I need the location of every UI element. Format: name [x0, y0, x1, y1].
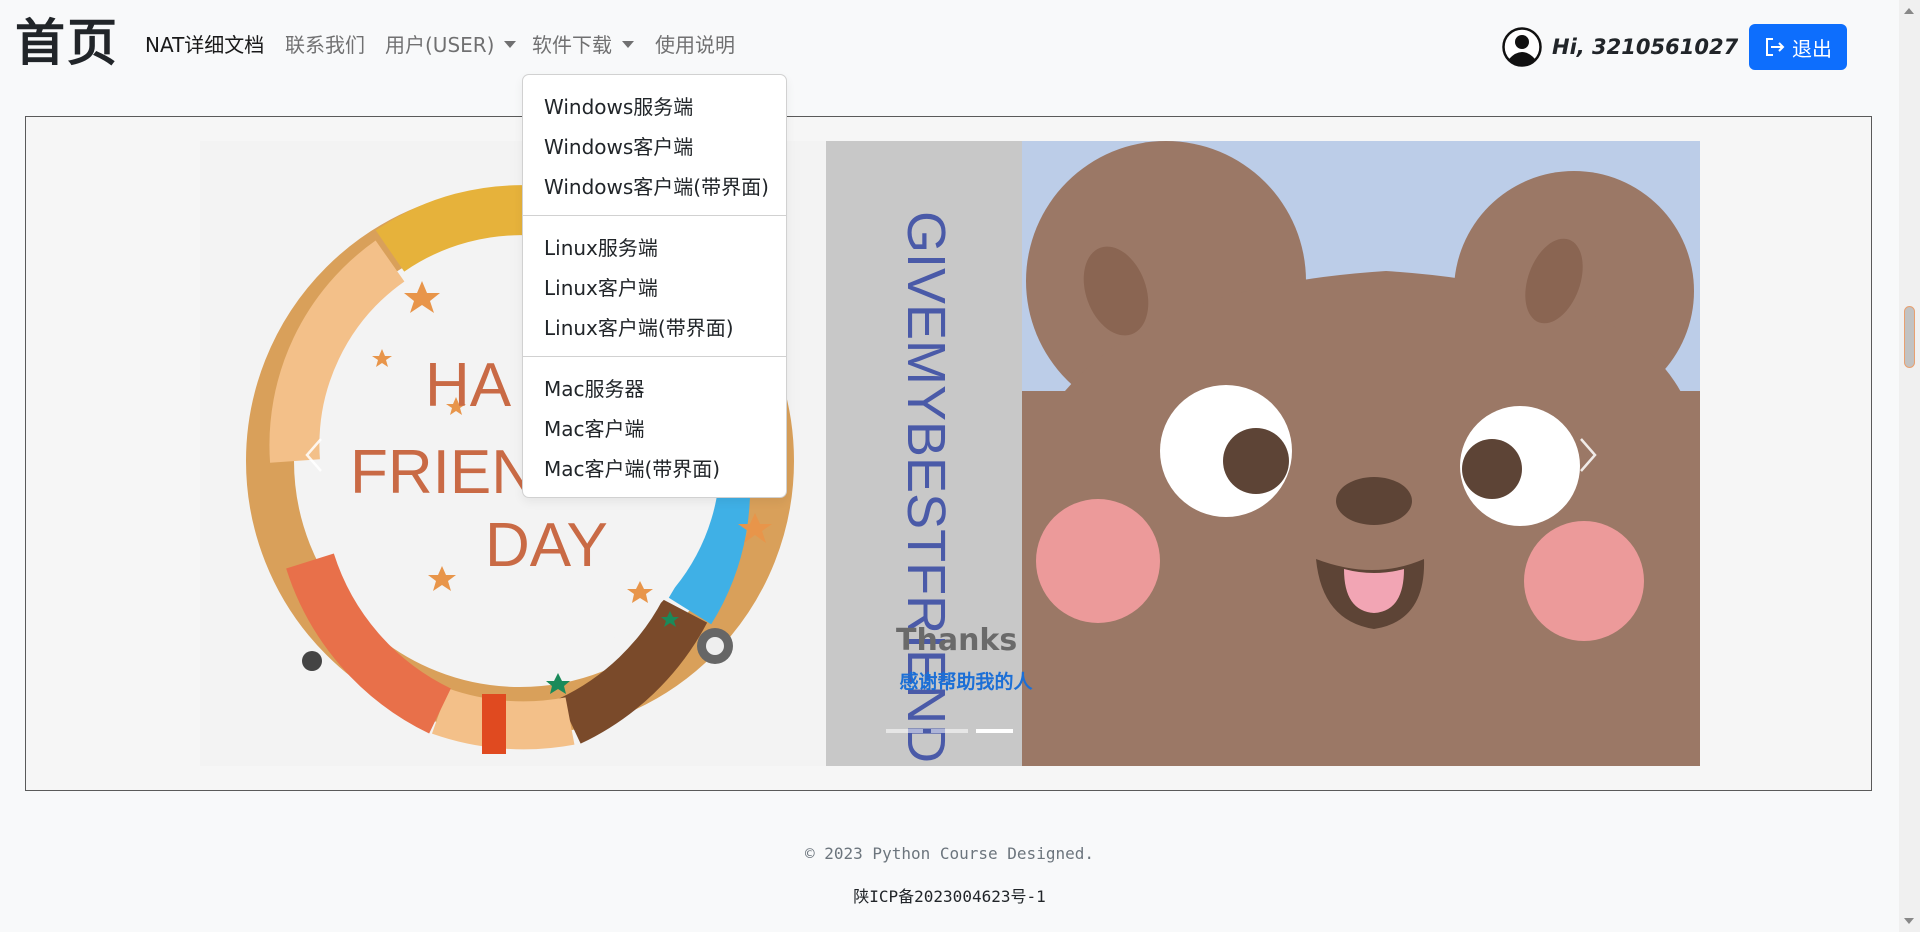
logout-icon: [1766, 38, 1785, 56]
carousel-next-icon[interactable]: [1578, 437, 1598, 473]
menu-item-mac-client[interactable]: Mac客户端: [523, 409, 786, 449]
download-dropdown-menu: Windows服务端 Windows客户端 Windows客户端(带界面) Li…: [522, 74, 787, 498]
nav-user-dropdown[interactable]: 用户(USER): [385, 30, 517, 60]
nav-download-label: 软件下载: [532, 33, 612, 57]
scrollbar-thumb[interactable]: [1904, 306, 1915, 368]
carousel-indicator-2[interactable]: [931, 729, 968, 733]
navbar: 首页 NAT详细文档 联系我们 用户(USER) 软件下载 使用说明 Hi, 3…: [0, 0, 1899, 90]
menu-item-mac-server[interactable]: Mac服务器: [523, 369, 786, 409]
carousel-prev-icon[interactable]: [304, 437, 324, 473]
nav-user-label: 用户(USER): [385, 33, 495, 57]
menu-item-windows-client-gui[interactable]: Windows客户端(带界面): [523, 167, 786, 207]
nav-usage-guide[interactable]: 使用说明: [655, 30, 735, 60]
menu-item-linux-client-gui[interactable]: Linux客户端(带界面): [523, 308, 786, 348]
carousel: HA FRIEN DAY GIVEMYBESTFRIEND Thanks 感谢帮…: [25, 116, 1872, 791]
brand-home-link[interactable]: 首页: [15, 10, 119, 76]
menu-item-linux-server[interactable]: Linux服务端: [523, 228, 786, 268]
carousel-caption-title: Thanks: [896, 623, 1018, 658]
footer-icp-link[interactable]: 陕ICP备2023004623号-1: [0, 883, 1899, 907]
menu-item-windows-client[interactable]: Windows客户端: [523, 127, 786, 167]
footer-copyright: © 2023 Python Course Designed.: [805, 844, 1094, 863]
friendship-text-line3: DAY: [485, 511, 608, 580]
friendship-text-line1: HA: [425, 351, 512, 420]
carousel-indicator-1[interactable]: [886, 729, 923, 733]
scroll-down-icon[interactable]: [1904, 918, 1914, 924]
page-scrollbar[interactable]: [1899, 0, 1920, 932]
caret-down-icon: [622, 41, 634, 48]
nav-nat-docs[interactable]: NAT详细文档: [145, 30, 264, 60]
menu-item-windows-server[interactable]: Windows服务端: [523, 87, 786, 127]
menu-divider: [523, 356, 786, 357]
nav-download-dropdown[interactable]: 软件下载: [532, 30, 634, 60]
logout-button[interactable]: 退出: [1749, 24, 1847, 70]
carousel-indicators: [886, 729, 1013, 733]
menu-divider: [523, 215, 786, 216]
caret-down-icon: [504, 41, 517, 48]
friendship-text-line2: FRIEN: [350, 438, 536, 507]
user-avatar-icon: [1502, 27, 1542, 67]
user-info: Hi, 3210561027: [1502, 26, 1738, 68]
menu-item-linux-client[interactable]: Linux客户端: [523, 268, 786, 308]
carousel-caption-subtitle: 感谢帮助我的人: [899, 671, 1033, 693]
carousel-indicator-3[interactable]: [976, 729, 1013, 733]
nav-contact-us[interactable]: 联系我们: [285, 30, 365, 60]
logout-label: 退出: [1792, 36, 1832, 61]
user-greeting: Hi, 3210561027: [1552, 35, 1739, 59]
menu-item-mac-client-gui[interactable]: Mac客户端(带界面): [523, 449, 786, 489]
scroll-up-icon[interactable]: [1904, 8, 1914, 14]
